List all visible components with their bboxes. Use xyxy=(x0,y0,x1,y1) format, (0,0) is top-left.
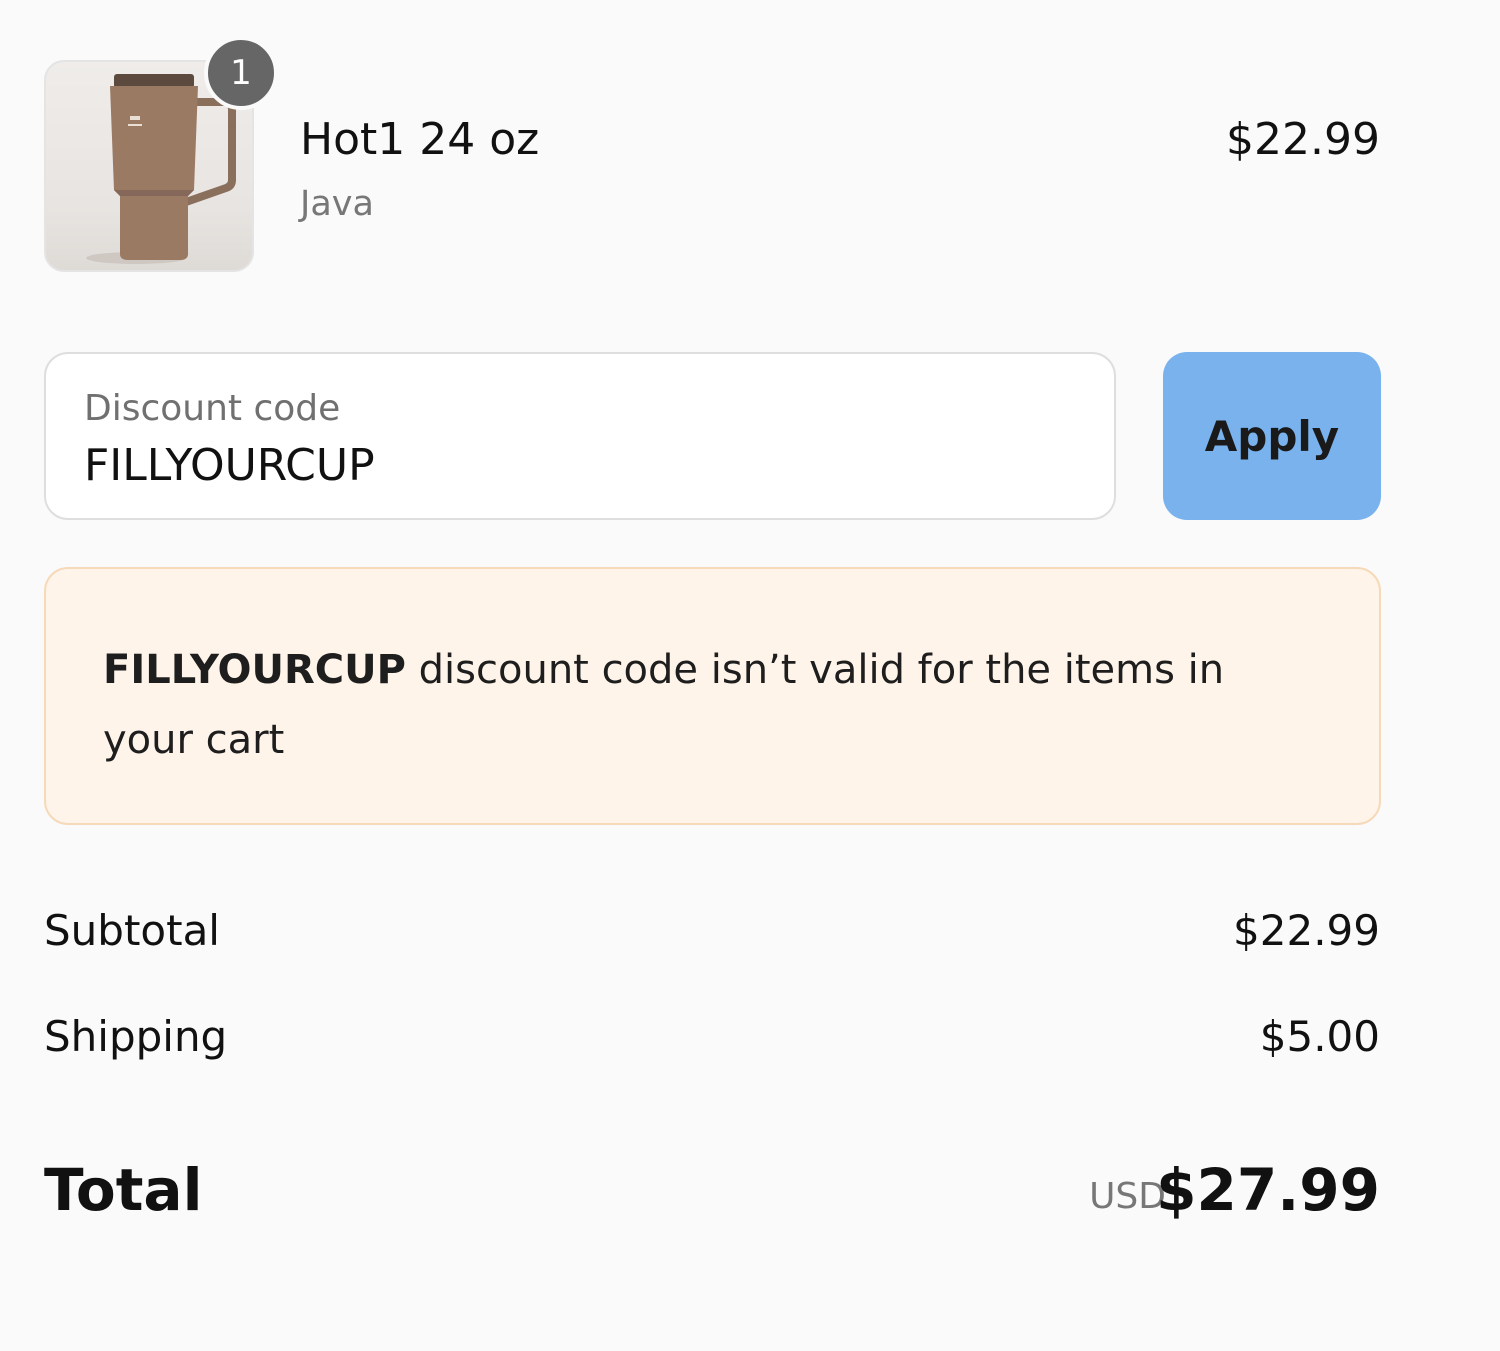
shipping-label: Shipping xyxy=(44,1012,228,1061)
subtotal-label: Subtotal xyxy=(44,906,220,955)
apply-button[interactable]: Apply xyxy=(1163,352,1381,520)
warning-code: FILLYOURCUP xyxy=(103,647,406,693)
order-summary-panel: 1 Hot1 24 oz Java $22.99 Discount code F… xyxy=(0,0,1500,1351)
line-item: 1 xyxy=(44,36,278,272)
total-value: $27.99 xyxy=(1156,1156,1380,1224)
discount-code-input[interactable]: Discount code FILLYOURCUP xyxy=(44,352,1116,520)
product-variant: Java xyxy=(300,184,374,224)
product-price: $22.99 xyxy=(1226,114,1380,165)
product-name: Hot1 24 oz xyxy=(300,114,540,165)
quantity-badge: 1 xyxy=(204,36,278,110)
shipping-value: $5.00 xyxy=(1259,1012,1380,1061)
discount-code-value[interactable]: FILLYOURCUP xyxy=(84,440,375,491)
discount-code-label: Discount code xyxy=(84,388,341,429)
total-currency: USD xyxy=(1089,1176,1166,1217)
discount-warning-banner: FILLYOURCUP discount code isn’t valid fo… xyxy=(44,567,1381,825)
total-label: Total xyxy=(44,1156,203,1224)
subtotal-value: $22.99 xyxy=(1233,906,1380,955)
